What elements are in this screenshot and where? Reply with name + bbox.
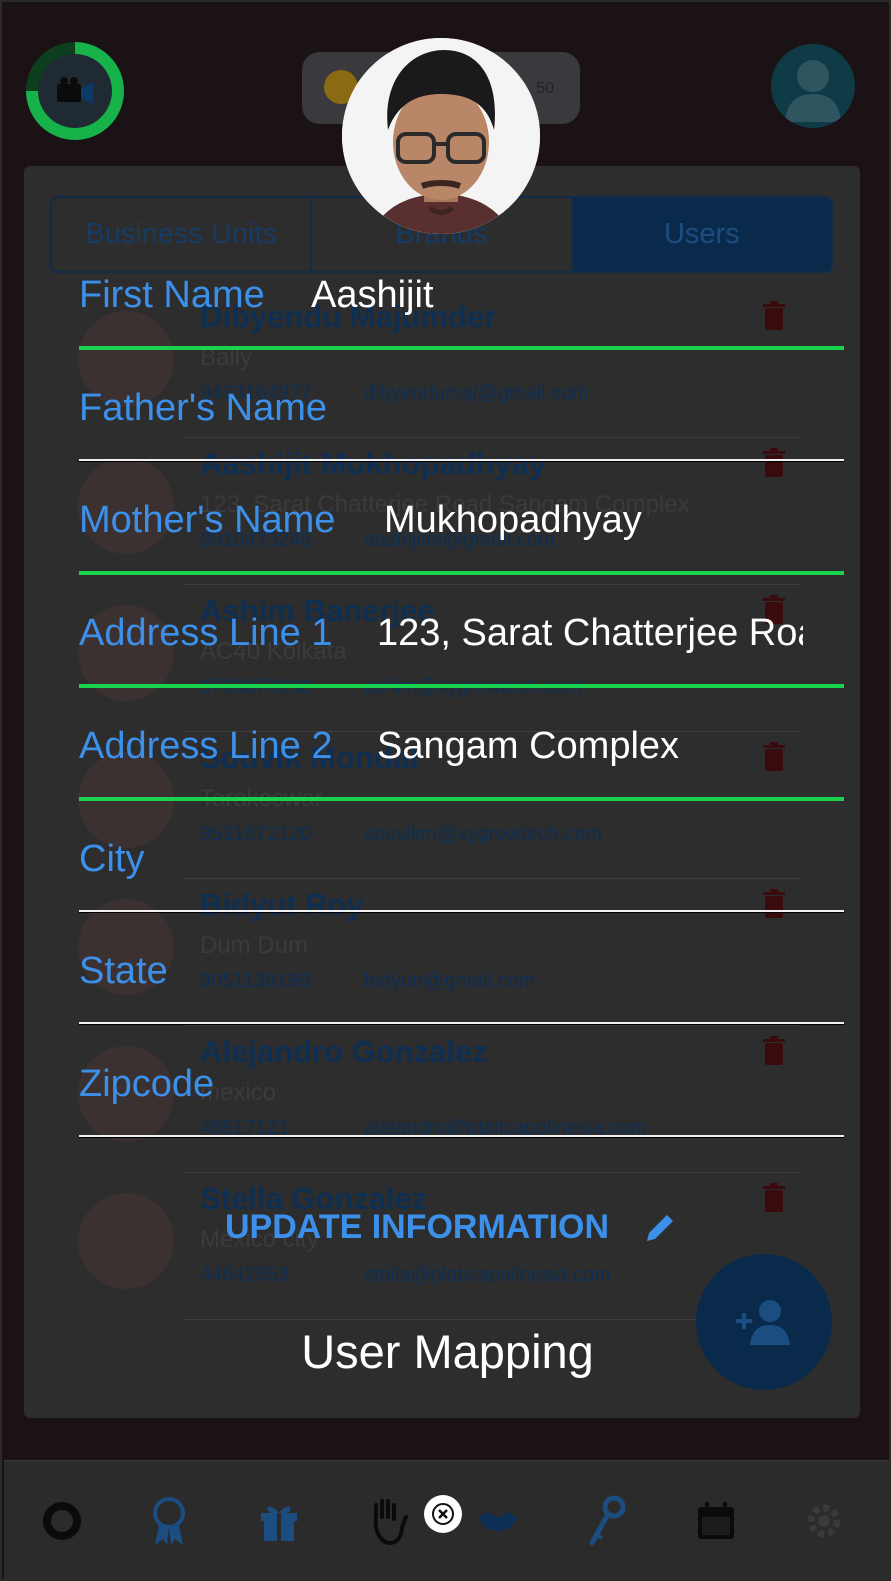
state-label: State: [79, 950, 168, 992]
first-name-input[interactable]: Aashijit: [311, 274, 831, 317]
handshake-icon: [478, 1512, 518, 1532]
first-name-label: First Name: [79, 274, 265, 316]
zipcode-field[interactable]: Zipcode: [79, 1063, 844, 1175]
user-avatar: [78, 1193, 174, 1289]
tab-business-units[interactable]: Business Units: [52, 198, 313, 271]
app-logo[interactable]: [26, 42, 124, 140]
address-line-2-underline: [79, 797, 844, 801]
address-line-1-label: Address Line 1: [79, 612, 333, 654]
user-mapping-button[interactable]: User Mapping: [2, 1324, 889, 1379]
person-portrait: [342, 38, 540, 234]
address-line-2-field[interactable]: Address Line 2 Sangam Complex: [79, 725, 844, 837]
address-line-1-input[interactable]: 123, Sarat Chatterjee Road: [377, 612, 803, 655]
pencil-icon: [647, 1214, 674, 1241]
nav-rewards[interactable]: [139, 1491, 199, 1551]
address-line-2-input[interactable]: Sangam Complex: [377, 725, 817, 768]
city-underline: [79, 910, 844, 913]
address-line-1-field[interactable]: Address Line 1 123, Sarat Chatterjee Roa…: [79, 612, 844, 724]
hand-icon: [373, 1499, 408, 1545]
first-name-field[interactable]: First Name Aashijit: [79, 274, 844, 386]
user-email: stella@platicapolinesia.com: [364, 1264, 612, 1286]
mother-name-input[interactable]: Mukhopadhyay: [384, 499, 824, 542]
address-line-1-underline: [79, 684, 844, 688]
profile-avatar-button[interactable]: [771, 44, 855, 128]
trash-icon[interactable]: [762, 1183, 786, 1213]
calendar-icon: [698, 1502, 734, 1539]
video-camera-icon: [38, 54, 112, 128]
close-icon: [432, 1503, 454, 1525]
coin-value: 50: [536, 80, 554, 97]
state-underline: [79, 1022, 844, 1025]
father-name-field[interactable]: Father's Name: [79, 387, 844, 499]
zipcode-underline: [79, 1135, 844, 1138]
tab-users[interactable]: Users: [572, 198, 831, 271]
nav-partners[interactable]: [468, 1491, 528, 1551]
profile-photo[interactable]: [342, 38, 540, 234]
bottom-nav: [4, 1460, 889, 1579]
nav-hand[interactable]: [358, 1491, 418, 1551]
city-label: City: [79, 838, 145, 880]
user-phone: 44642053: [200, 1264, 289, 1286]
mother-name-underline: [79, 571, 844, 575]
ring-icon: [43, 1502, 81, 1540]
state-field[interactable]: State: [79, 950, 844, 1062]
nav-calendar[interactable]: [686, 1491, 746, 1551]
update-information-button[interactable]: UPDATE INFORMATION: [225, 1208, 677, 1247]
update-information-label: UPDATE INFORMATION: [225, 1208, 610, 1246]
gear-icon: [807, 1504, 841, 1538]
nav-gifts[interactable]: [249, 1491, 309, 1551]
mother-name-field[interactable]: Mother's Name Mukhopadhyay: [79, 499, 844, 611]
nav-settings[interactable]: [794, 1491, 854, 1551]
father-name-label: Father's Name: [79, 387, 328, 429]
address-line-2-label: Address Line 2: [79, 725, 333, 767]
close-button[interactable]: [424, 1495, 462, 1533]
city-field[interactable]: City: [79, 838, 844, 950]
gift-icon: [261, 1506, 297, 1541]
nav-access[interactable]: [576, 1491, 636, 1551]
mother-name-label: Mother's Name: [79, 499, 336, 541]
first-name-underline: [79, 346, 844, 350]
nav-dashboard[interactable]: [32, 1491, 92, 1551]
key-icon: [589, 1495, 626, 1546]
user-silhouette-icon: [785, 60, 841, 122]
zipcode-label: Zipcode: [79, 1063, 215, 1105]
award-ribbon-icon: [153, 1497, 185, 1545]
father-name-underline: [79, 459, 844, 462]
app-frame: 50 Business Units Brands Users Dibyendu …: [0, 0, 891, 1581]
